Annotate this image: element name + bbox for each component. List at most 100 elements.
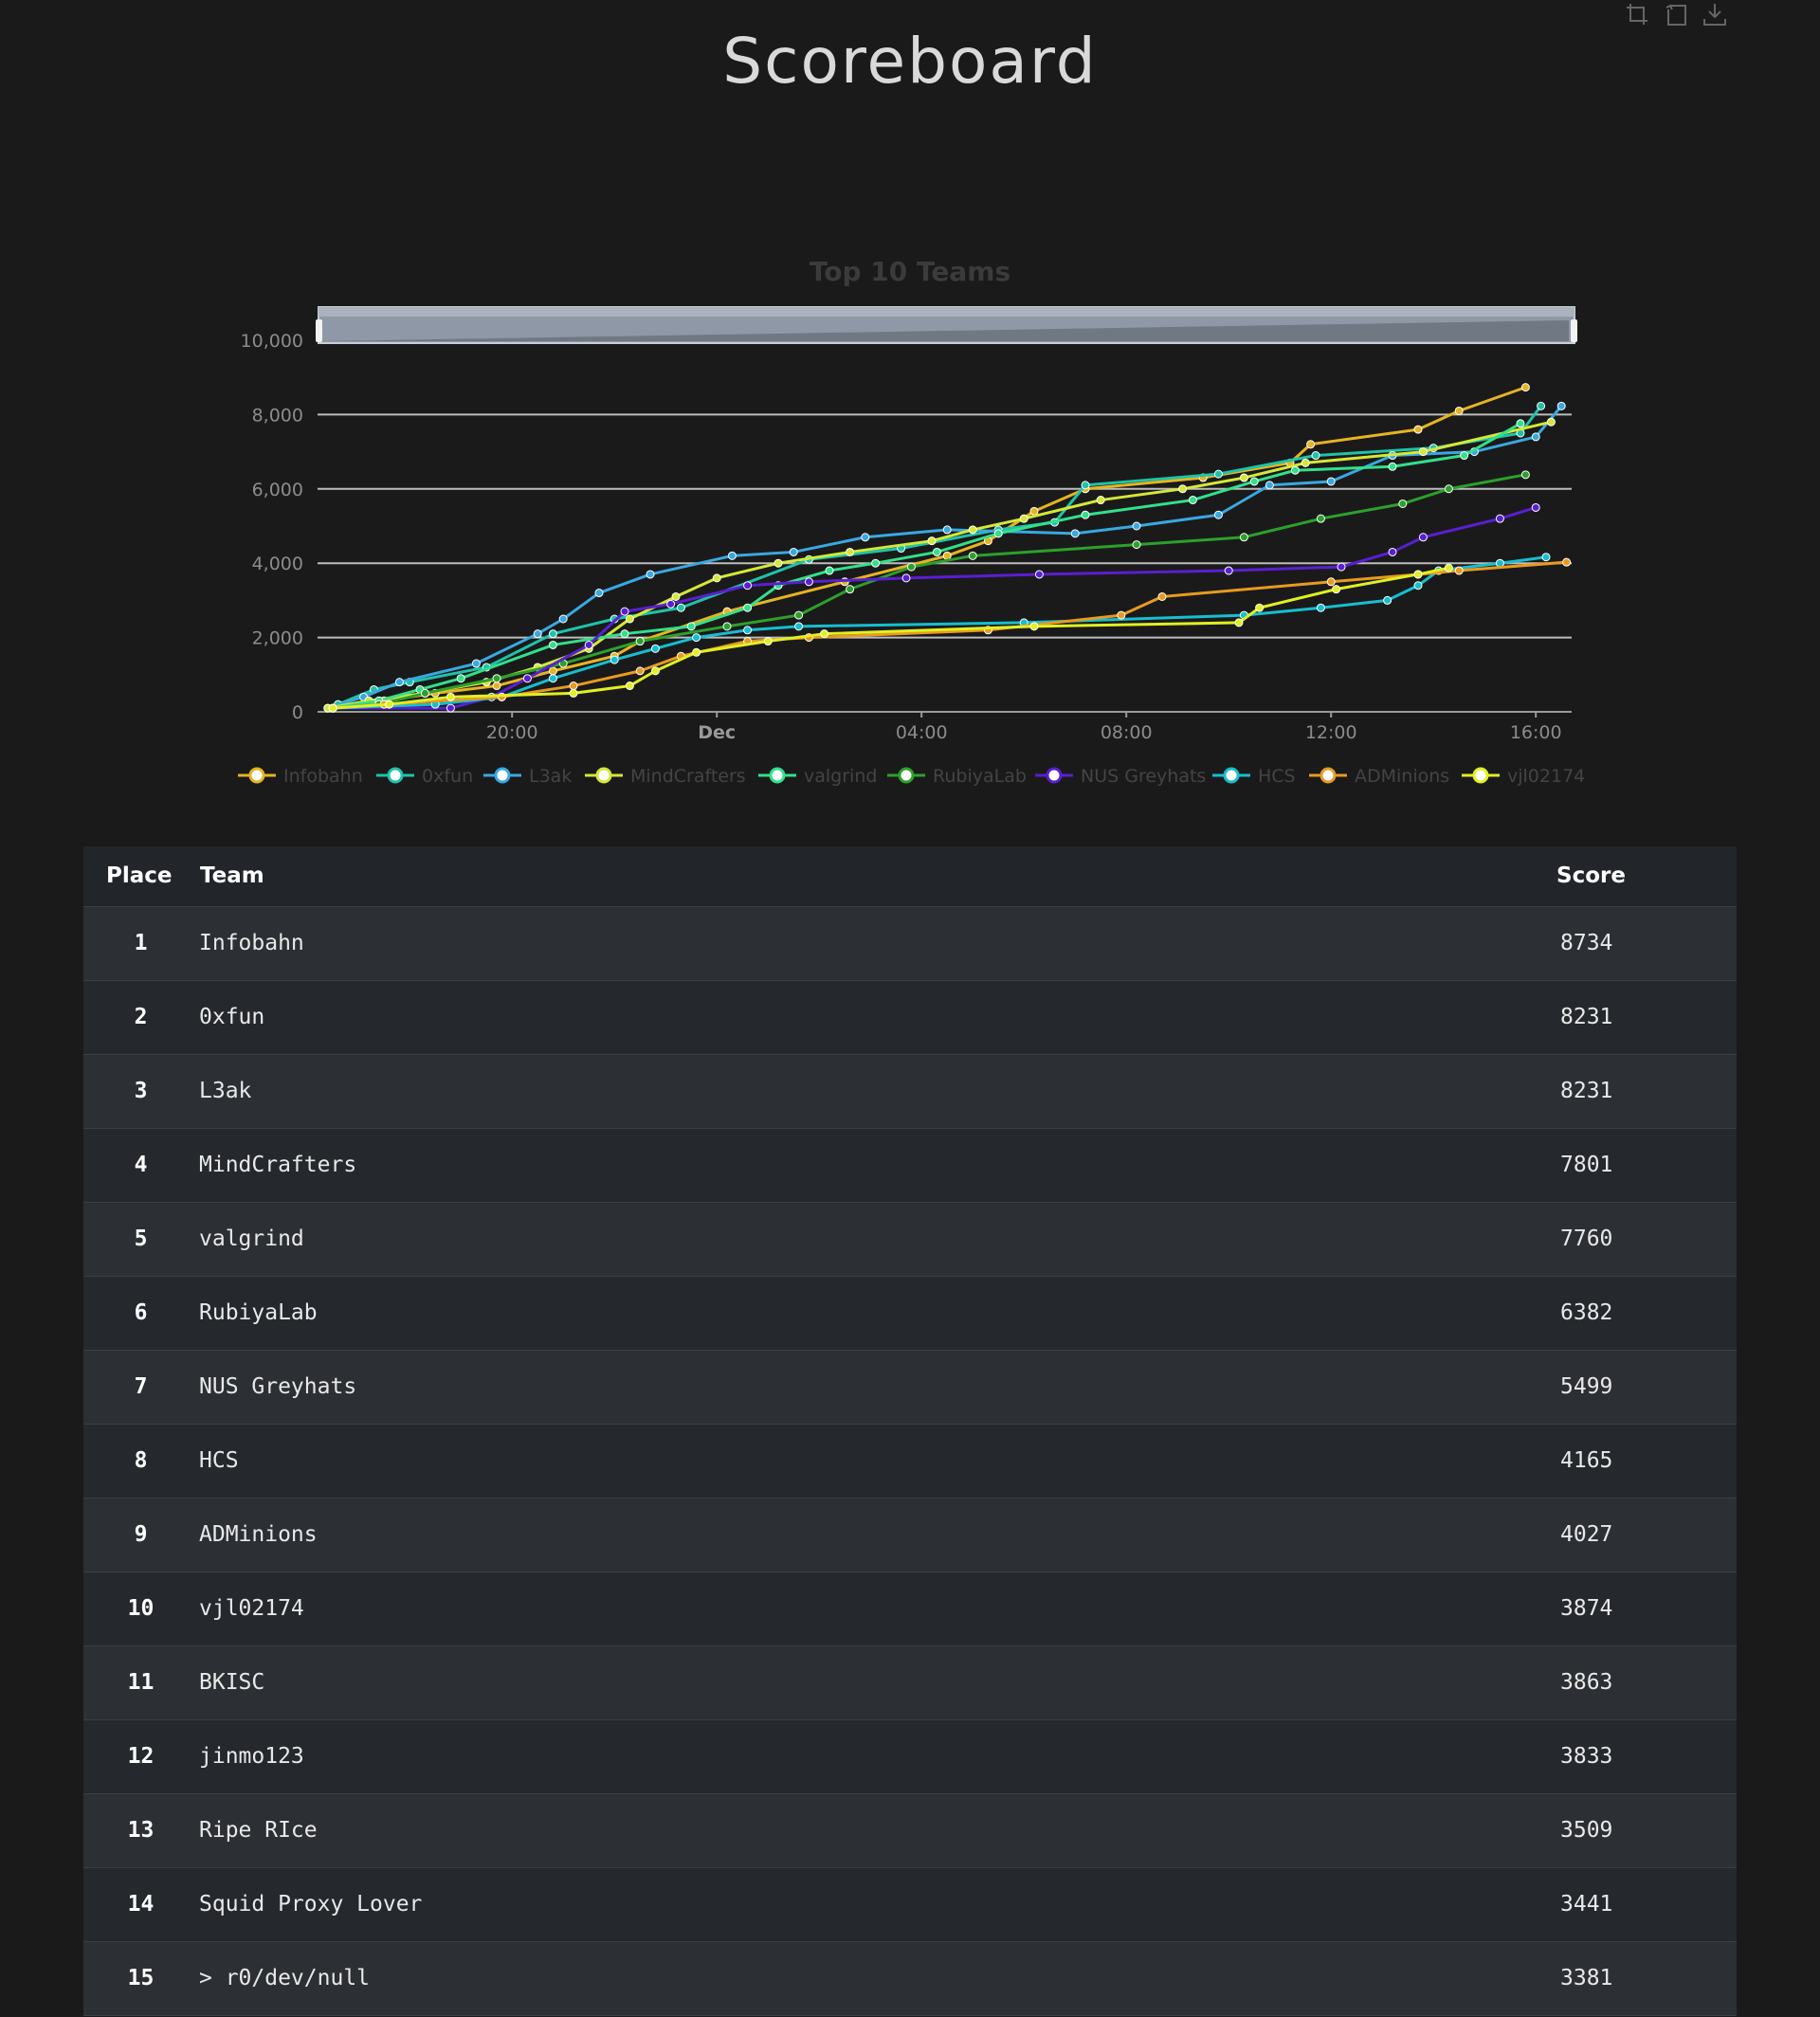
- score-cell: 8734: [1560, 931, 1613, 955]
- y-tick-label: 2,000: [252, 628, 303, 649]
- data-point: [1332, 585, 1341, 594]
- data-point: [1460, 451, 1469, 461]
- place-header[interactable]: Place: [83, 846, 199, 907]
- data-point: [620, 629, 629, 639]
- table-row[interactable]: 6 RubiyaLab 6382: [83, 1276, 1737, 1350]
- team-link[interactable]: ADMinions: [199, 1498, 1519, 1572]
- team-link[interactable]: HCS: [199, 1424, 1519, 1498]
- data-point: [1096, 496, 1105, 505]
- data-point: [666, 599, 676, 609]
- data-point: [492, 674, 501, 683]
- zoom-handle-left[interactable]: [316, 319, 322, 342]
- table-row[interactable]: 15 > r0/dev/null 3381: [83, 1941, 1737, 2015]
- data-point: [446, 692, 455, 701]
- data-point: [635, 666, 645, 676]
- data-point: [1239, 533, 1248, 542]
- table-row[interactable]: 14 Squid Proxy Lover 3441: [83, 1867, 1737, 1941]
- data-point: [763, 637, 773, 646]
- place-cell: 13: [127, 1818, 155, 1843]
- legend-item[interactable]: ADMinions: [1309, 766, 1449, 787]
- score-header[interactable]: Score: [1519, 846, 1737, 907]
- table-row[interactable]: 2 0xfun 8231: [83, 980, 1737, 1054]
- data-point: [932, 547, 941, 556]
- data-point: [650, 666, 660, 676]
- y-tick-label: 4,000: [252, 554, 303, 574]
- legend-marker: [1320, 767, 1337, 784]
- legend-item[interactable]: 0xfun: [376, 766, 473, 787]
- data-point: [492, 681, 501, 691]
- table-row[interactable]: 4 MindCrafters 7801: [83, 1128, 1737, 1202]
- team-link[interactable]: MindCrafters: [199, 1128, 1519, 1202]
- team-link[interactable]: L3ak: [199, 1054, 1519, 1128]
- team-link[interactable]: Ripe RIce: [199, 1793, 1519, 1867]
- data-point: [1562, 557, 1572, 567]
- data-point: [1117, 610, 1126, 620]
- data-point: [1383, 595, 1392, 605]
- legend-item[interactable]: NUS Greyhats: [1035, 766, 1206, 787]
- team-link[interactable]: NUS Greyhats: [199, 1350, 1519, 1424]
- score-cell: 8231: [1560, 1005, 1613, 1029]
- zoom-handle-right[interactable]: [1571, 319, 1577, 342]
- table-row[interactable]: 1 Infobahn 8734: [83, 906, 1737, 980]
- legend-marker: [898, 767, 915, 784]
- legend-label: L3ak: [529, 766, 572, 787]
- legend-marker: [248, 767, 265, 784]
- data-point: [1454, 406, 1464, 415]
- legend-label: HCS: [1258, 766, 1296, 787]
- data-point: [1454, 566, 1464, 575]
- data-point: [385, 700, 394, 709]
- legend-item[interactable]: L3ak: [483, 766, 572, 787]
- score-cell: 7760: [1560, 1227, 1613, 1251]
- data-point: [1213, 469, 1223, 479]
- data-point: [1188, 496, 1197, 505]
- save-image-icon[interactable]: [1701, 0, 1729, 28]
- data-point: [789, 547, 798, 556]
- chart-title: Top 10 Teams: [810, 256, 1010, 287]
- table-row[interactable]: 9 ADMinions 4027: [83, 1498, 1737, 1572]
- zoom-icon[interactable]: [1625, 0, 1653, 28]
- legend-label: Infobahn: [283, 766, 363, 787]
- table-row[interactable]: 12 jinmo123 3833: [83, 1719, 1737, 1793]
- data-point: [1265, 481, 1274, 490]
- zoom-reset-icon[interactable]: [1663, 0, 1691, 28]
- x-tick-label: 08:00: [1101, 722, 1153, 743]
- team-link[interactable]: 0xfun: [199, 980, 1519, 1054]
- team-link[interactable]: Infobahn: [199, 906, 1519, 980]
- team-header[interactable]: Team: [199, 846, 1519, 907]
- table-row[interactable]: 8 HCS 4165: [83, 1424, 1737, 1498]
- x-tick-label: 12:00: [1305, 722, 1357, 743]
- team-link[interactable]: RubiyaLab: [199, 1276, 1519, 1350]
- zoom-slider-bar: [318, 307, 1574, 317]
- table-row[interactable]: 11 BKISC 3863: [83, 1645, 1737, 1719]
- table-row[interactable]: 7 NUS Greyhats 5499: [83, 1350, 1737, 1424]
- team-link[interactable]: Squid Proxy Lover: [199, 1867, 1519, 1941]
- place-cell: 10: [127, 1596, 155, 1621]
- table-row[interactable]: 10 vjl02174 3874: [83, 1572, 1737, 1645]
- legend-item[interactable]: MindCrafters: [585, 766, 746, 787]
- table-header-row: Place Team Score: [83, 846, 1737, 907]
- data-point: [569, 688, 578, 698]
- data-point: [1249, 477, 1259, 486]
- legend-item[interactable]: RubiyaLab: [887, 766, 1027, 787]
- team-link[interactable]: valgrind: [199, 1202, 1519, 1276]
- data-point: [712, 573, 721, 583]
- legend-item[interactable]: vjl02174: [1462, 766, 1585, 787]
- score-cell: 7801: [1560, 1153, 1613, 1177]
- team-link[interactable]: BKISC: [199, 1645, 1519, 1719]
- legend-item[interactable]: HCS: [1212, 766, 1296, 787]
- data-point: [1444, 563, 1453, 572]
- legend-item[interactable]: Infobahn: [238, 766, 363, 787]
- table-row[interactable]: 5 valgrind 7760: [83, 1202, 1737, 1276]
- table-row[interactable]: 3 L3ak 8231: [83, 1054, 1737, 1128]
- data-point: [846, 585, 855, 594]
- data-point: [1019, 514, 1028, 523]
- team-link[interactable]: > r0/dev/null: [199, 1941, 1519, 2015]
- legend-label: valgrind: [804, 766, 877, 787]
- team-link[interactable]: jinmo123: [199, 1719, 1519, 1793]
- table-row[interactable]: 13 Ripe RIce 3509: [83, 1793, 1737, 1867]
- data-point: [743, 581, 753, 591]
- team-link[interactable]: vjl02174: [199, 1572, 1519, 1645]
- legend-item[interactable]: valgrind: [758, 766, 877, 787]
- score-cell: 3509: [1560, 1818, 1613, 1843]
- data-point: [1178, 484, 1188, 494]
